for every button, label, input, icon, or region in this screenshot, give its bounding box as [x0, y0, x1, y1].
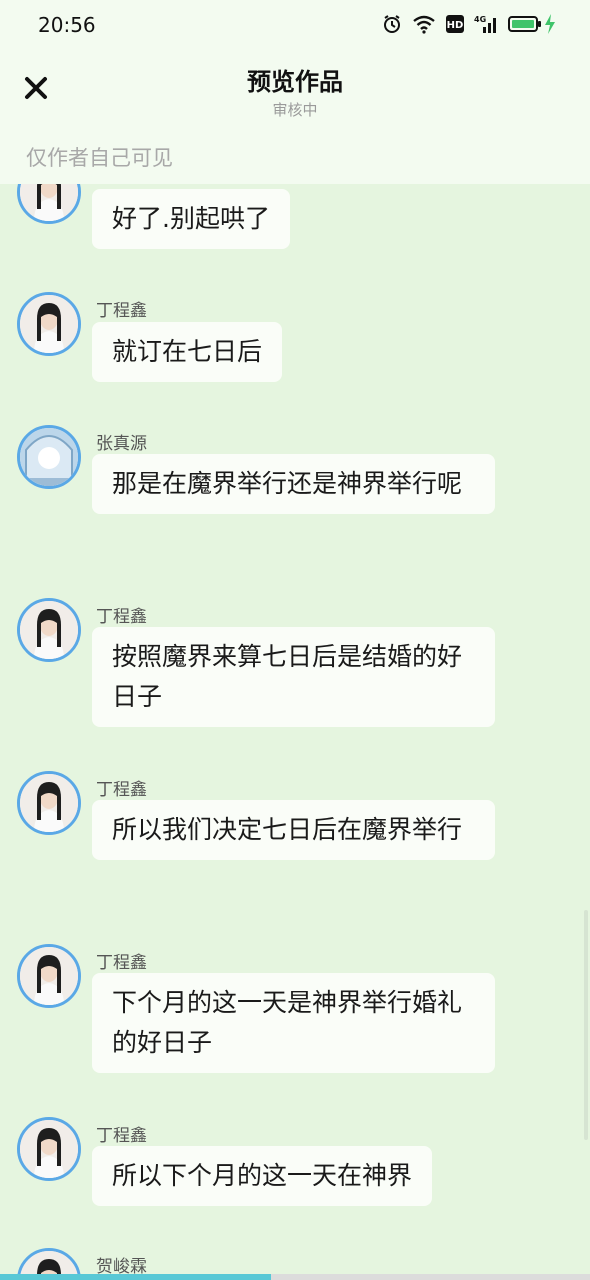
- message-text: 那是在魔界举行还是神界举行呢: [112, 469, 463, 498]
- page-title: 预览作品: [247, 68, 343, 96]
- message-bubble[interactable]: 好了.别起哄了: [92, 189, 290, 249]
- chat-message: 丁程鑫 所以下个月的这一天在神界: [0, 1117, 590, 1217]
- message-bubble[interactable]: 按照魔界来算七日后是结婚的好日子: [92, 627, 495, 727]
- avatar[interactable]: [17, 771, 81, 835]
- avatar[interactable]: [17, 292, 81, 356]
- sender-name: 丁程鑫: [96, 301, 147, 321]
- status-time: 20:56: [38, 13, 96, 37]
- sender-name: 张真源: [96, 434, 147, 454]
- page-subtitle: 审核中: [272, 101, 318, 119]
- message-text: 好了.别起哄了: [112, 204, 270, 233]
- header: 预览作品 审核中: [0, 54, 590, 130]
- chat-message: 张真源 那是在魔界举行还是神界举行呢: [0, 425, 590, 565]
- hd-icon: HD: [446, 15, 464, 37]
- sender-name: 丁程鑫: [96, 1126, 147, 1146]
- status-icons: HD 4G: [382, 14, 556, 38]
- message-bubble[interactable]: 所以我们决定七日后在魔界举行: [92, 800, 495, 860]
- sender-name: 丁程鑫: [96, 953, 147, 973]
- message-bubble[interactable]: 所以下个月的这一天在神界: [92, 1146, 433, 1206]
- alarm-icon: [382, 14, 402, 38]
- chat-message: 丁程鑫 下个月的这一天是神界举行婚礼的好日子: [0, 944, 590, 1084]
- avatar[interactable]: [17, 184, 81, 224]
- chat-message: 丁程鑫 所以我们决定七日后在魔界举行: [0, 771, 590, 911]
- scrollbar[interactable]: [584, 910, 588, 1140]
- wifi-icon: [412, 14, 436, 38]
- message-text: 按照魔界来算七日后是结婚的好日子: [112, 642, 463, 711]
- chat-message: 丁程鑫 就订在七日后: [0, 292, 590, 392]
- chat-list[interactable]: 好了.别起哄了 丁程鑫 就订在七日后 张真源 那是在魔界举行还是神界举行呢 丁程…: [0, 184, 590, 1280]
- message-text: 所以我们决定七日后在魔界举行: [112, 815, 463, 844]
- charging-icon: [544, 14, 556, 38]
- message-bubble[interactable]: 下个月的这一天是神界举行婚礼的好日子: [92, 973, 495, 1073]
- battery-icon: [508, 15, 542, 37]
- sender-name: 丁程鑫: [96, 607, 147, 627]
- sender-name: 丁程鑫: [96, 780, 147, 800]
- avatar[interactable]: [17, 944, 81, 1008]
- avatar[interactable]: [17, 598, 81, 662]
- svg-text:4G: 4G: [474, 15, 486, 24]
- message-text: 下个月的这一天是神界举行婚礼的好日子: [112, 988, 463, 1057]
- chat-message: 丁程鑫 按照魔界来算七日后是结婚的好日子: [0, 598, 590, 738]
- reading-progress-fill: [0, 1274, 272, 1280]
- message-bubble[interactable]: 就订在七日后: [92, 322, 283, 382]
- message-bubble[interactable]: 那是在魔界举行还是神界举行呢: [92, 454, 495, 514]
- status-bar: 20:56 HD 4G: [0, 0, 590, 54]
- chat-message: 好了.别起哄了: [0, 184, 590, 254]
- signal-icon: 4G: [474, 14, 498, 38]
- message-text: 所以下个月的这一天在神界: [112, 1161, 413, 1190]
- svg-text:HD: HD: [447, 20, 464, 31]
- avatar[interactable]: [17, 425, 81, 489]
- visibility-note-bar: 仅作者自己可见: [0, 130, 590, 184]
- avatar[interactable]: [17, 1117, 81, 1181]
- visibility-note: 仅作者自己可见: [26, 146, 173, 170]
- reading-progress-bar: [0, 1274, 590, 1280]
- message-text: 就订在七日后: [112, 337, 263, 366]
